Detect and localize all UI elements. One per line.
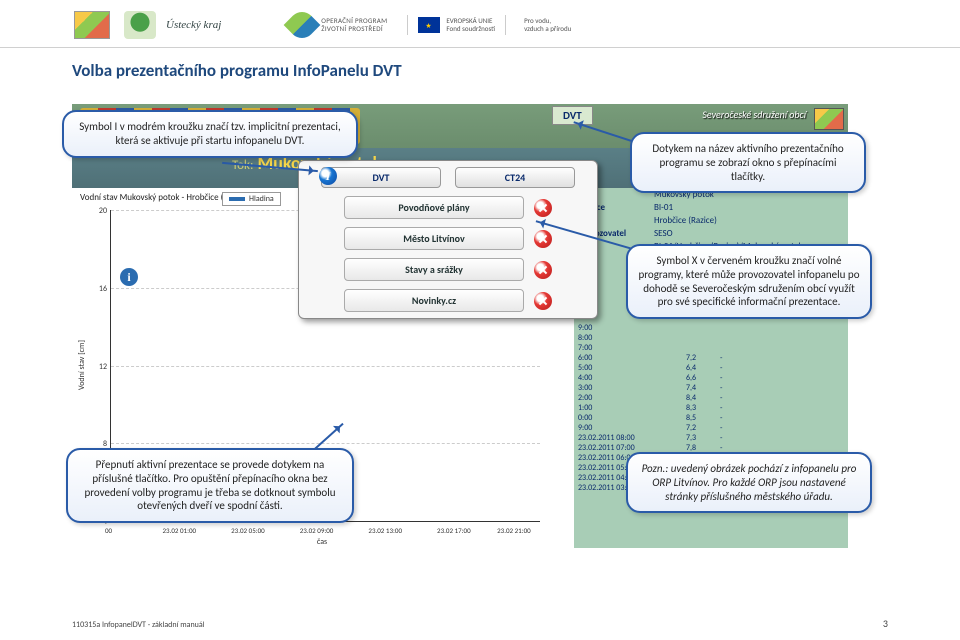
- page-number: 3: [883, 617, 888, 630]
- xtick: 23.02 09:00: [300, 526, 334, 535]
- table-row: 6:007,2-: [578, 353, 848, 363]
- table-row: 23.02.2011 08:007,3-: [578, 433, 848, 443]
- program-button[interactable]: Povodňové plány: [344, 196, 524, 219]
- footer-text: 110315a InfopanelDVT - základní manuál: [72, 620, 205, 630]
- program-switch-popup: I DVT CT24 Povodňové plány Město Litvínov…: [298, 160, 598, 319]
- callout-x-symbol: Symbol X v červeném kroužku značí volné …: [626, 244, 872, 319]
- seso-logo-icon: [814, 108, 844, 130]
- callout-switch-exit: Přepnutí aktivní prezentace se provede d…: [66, 448, 354, 523]
- table-row: 4:006,6-: [578, 373, 848, 383]
- seso-logo: [72, 9, 112, 41]
- xtick: 23.02 17:00: [437, 526, 471, 535]
- popup-item: Novinky.cz: [344, 289, 552, 312]
- figure-canvas: DVT Severočeské sdružení obcí Tok: Mukov…: [72, 104, 848, 524]
- table-row: 7:00: [578, 343, 848, 353]
- eu-block: EVROPSKÁ UNIEFond soudržnosti: [407, 15, 506, 35]
- table-row: 8:00: [578, 333, 848, 343]
- tab-ct24-button[interactable]: CT24: [455, 167, 575, 188]
- table-row: 3:007,4-: [578, 383, 848, 393]
- ytick: 16: [83, 284, 107, 294]
- xtick: 00: [105, 526, 112, 535]
- ytick: 12: [83, 362, 107, 372]
- op-program-block: OPERAČNÍ PROGRAMŽIVOTNÍ PROSTŘEDÍ: [289, 12, 387, 38]
- close-x-icon[interactable]: [534, 261, 552, 279]
- callout-implicit-symbol: Symbol I v modrém kroužku značí tzv. imp…: [62, 110, 358, 158]
- implicit-i-icon[interactable]: I: [319, 167, 337, 185]
- table-row: 9:00: [578, 323, 848, 333]
- popup-item: Povodňové plány: [344, 196, 552, 219]
- program-button[interactable]: Stavy a srážky: [344, 258, 524, 281]
- close-x-icon[interactable]: [534, 230, 552, 248]
- xtick: 23.02 01:00: [162, 526, 196, 535]
- table-row: 2:008,4-: [578, 393, 848, 403]
- ytick: 20: [83, 206, 107, 216]
- kv-val: Hrobčice (Razice): [654, 214, 848, 227]
- xtick: 23.02 13:00: [368, 526, 402, 535]
- popup-item: Stavy a srážky: [344, 258, 552, 281]
- eu-line2: Fond soudržnosti: [446, 25, 495, 33]
- document-header: Ústecký kraj OPERAČNÍ PROGRAMŽIVOTNÍ PRO…: [0, 0, 960, 48]
- slogan: Pro vodu,vzduch a přírodu: [524, 17, 571, 32]
- chart-legend: Hladina: [222, 192, 281, 206]
- close-x-icon[interactable]: [534, 292, 552, 310]
- kv-val: BI-01: [654, 201, 848, 214]
- op-line2: ŽIVOTNÍ PROSTŘEDÍ: [321, 25, 387, 33]
- xtick: 23.02 21:00: [497, 526, 531, 535]
- popup-item: Město Litvínov: [344, 227, 552, 250]
- chart-xlabel: čas: [317, 537, 327, 547]
- table-row: 1:008,3-: [578, 403, 848, 413]
- program-button[interactable]: Město Litvínov: [344, 227, 524, 250]
- xtick: 23.02 05:00: [231, 526, 265, 535]
- program-button[interactable]: Novinky.cz: [344, 289, 524, 312]
- association-label: Severočeské sdružení obcí: [702, 108, 806, 121]
- table-row: 9:007,2-: [578, 423, 848, 433]
- callout-title-tap: Dotykem na název aktivního prezentačního…: [630, 132, 866, 193]
- table-row: 5:006,4-: [578, 363, 848, 373]
- page-title: Volba prezentačního programu InfoPanelu …: [0, 48, 960, 87]
- kraj-logo: [120, 9, 160, 41]
- tab-dvt-button[interactable]: DVT: [321, 167, 441, 188]
- leaf-icon: [284, 6, 321, 43]
- callout-footnote: Pozn.: uvedený obrázek pochází z infopan…: [626, 452, 872, 513]
- eu-flag-icon: [418, 17, 440, 33]
- close-x-icon[interactable]: [534, 199, 552, 217]
- kraj-label: Ústecký kraj: [166, 19, 221, 31]
- kv-val: SESO: [654, 227, 848, 240]
- table-row: 0:008,5-: [578, 413, 848, 423]
